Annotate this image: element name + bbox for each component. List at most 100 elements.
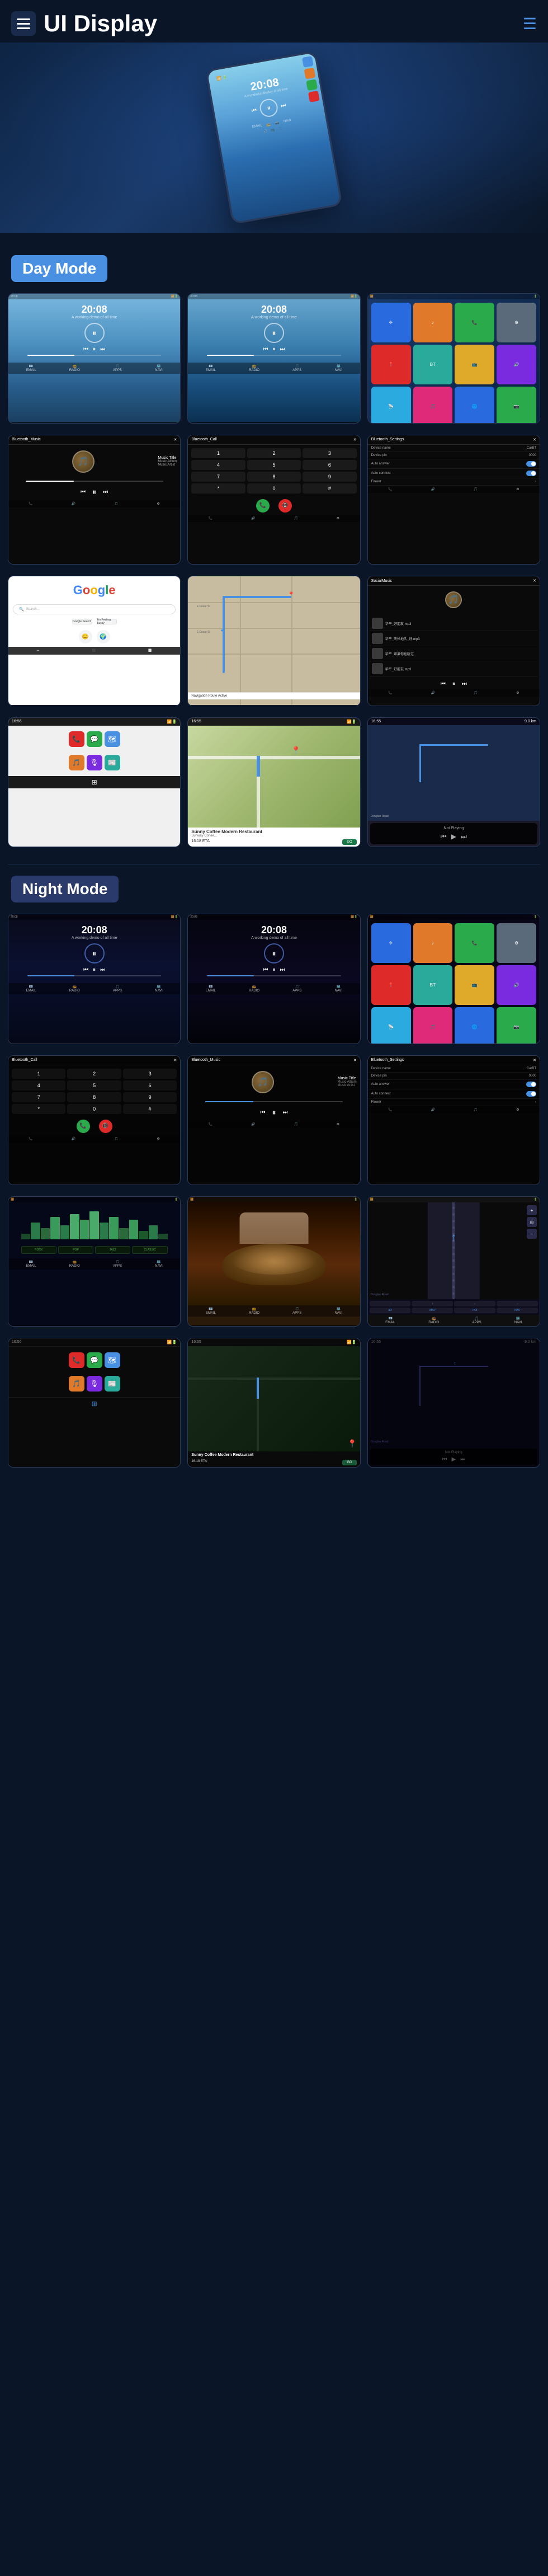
night-notplaying-next[interactable]: ⏭ <box>460 1456 465 1463</box>
dial-7[interactable]: 7 <box>191 472 245 482</box>
night-next-1[interactable]: ⏭ <box>100 967 105 973</box>
nav-ctrl-1[interactable]: ↑ <box>370 1301 411 1306</box>
night-play-1[interactable]: ⏸ <box>84 943 105 963</box>
google-search-bar[interactable]: 🔍 Search... <box>13 604 176 614</box>
night-dial-hash[interactable]: # <box>123 1104 177 1114</box>
night-app-bt[interactable]: BT <box>413 965 453 1005</box>
hero-play-btn[interactable]: ⏸ <box>258 97 279 118</box>
play-btn-2[interactable]: ⏸ <box>272 346 275 352</box>
night-app-7[interactable]: 📺 <box>455 965 494 1005</box>
night-carplay-home-icon[interactable]: ⊞ <box>92 1400 97 1408</box>
dial-hash[interactable]: # <box>303 483 356 493</box>
night-app-5[interactable]: 📍 <box>371 965 411 1005</box>
night-prev-1[interactable]: ⏮ <box>83 967 88 973</box>
night-app-8[interactable]: 🔊 <box>497 965 536 1005</box>
night-dial-3[interactable]: 3 <box>123 1069 177 1079</box>
notplaying-play[interactable]: ▶ <box>451 833 456 841</box>
call-btn[interactable]: 📞 <box>256 499 270 513</box>
carplay-messages[interactable]: 💬 <box>87 731 102 747</box>
night-dial-2[interactable]: 2 <box>67 1069 121 1079</box>
app-icon-settings[interactable]: ⚙ <box>497 303 536 342</box>
nav-ctrl-6[interactable]: MAP <box>412 1308 453 1313</box>
toggle-auto-connect[interactable] <box>526 471 536 476</box>
compass-btn[interactable]: ◎ <box>527 1217 537 1227</box>
dial-star[interactable]: * <box>191 483 245 493</box>
night-hangup-btn[interactable]: 📵 <box>99 1120 112 1133</box>
app-icon-telegram[interactable]: ✈ <box>371 303 411 342</box>
dial-2[interactable]: 2 <box>247 448 301 458</box>
night-dial-6[interactable]: 6 <box>123 1080 177 1090</box>
toggle-auto-answer[interactable] <box>526 461 536 467</box>
play-btn-1[interactable]: ⏸ <box>93 346 96 352</box>
dial-1[interactable]: 1 <box>191 448 245 458</box>
app-icon-3[interactable]: 📺 <box>455 345 494 384</box>
night-dial-star[interactable]: * <box>12 1104 65 1114</box>
night-carplay-music[interactable]: 🎵 <box>69 1376 84 1392</box>
carplay-home-icon[interactable]: ⊞ <box>92 778 97 786</box>
night-next-2[interactable]: ⏭ <box>280 967 285 973</box>
night-dial-4[interactable]: 4 <box>12 1080 65 1090</box>
bt-next[interactable]: ⏭ <box>103 489 108 495</box>
app-icon-6[interactable]: 🎵 <box>413 387 453 423</box>
nav-ctrl-3[interactable]: ← <box>454 1301 495 1306</box>
song-item-2[interactable]: 华平_天长地久_好.mp3 <box>370 631 537 646</box>
night-play-btn-2[interactable]: ⏸ <box>272 967 275 973</box>
func-3[interactable]: JAZZ <box>95 1246 130 1254</box>
zoom-out-btn[interactable]: − <box>527 1229 537 1239</box>
night-carplay-messages[interactable]: 💬 <box>87 1352 102 1368</box>
dial-9[interactable]: 9 <box>303 472 356 482</box>
night-notplaying-prev[interactable]: ⏮ <box>442 1456 447 1463</box>
func-4[interactable]: CLASSIC <box>132 1246 167 1254</box>
night-dial-1[interactable]: 1 <box>12 1069 65 1079</box>
night-dial-9[interactable]: 9 <box>123 1092 177 1102</box>
notplaying-next[interactable]: ⏭ <box>461 833 467 841</box>
night-app-2[interactable]: ♪ <box>413 923 453 963</box>
nav-icon[interactable]: ☰ <box>523 15 537 33</box>
nav-ctrl-2[interactable]: ↓ <box>412 1301 453 1306</box>
night-carplay-maps[interactable]: 🗺 <box>105 1352 120 1368</box>
nav-ctrl-4[interactable]: → <box>497 1301 538 1306</box>
next-btn-1[interactable]: ⏭ <box>100 346 105 352</box>
bt-play[interactable]: ⏸ <box>92 487 96 497</box>
lucky-btn[interactable]: I'm Feeling Lucky <box>97 619 117 624</box>
social-prev[interactable]: ⏮ <box>441 681 446 687</box>
night-dial-5[interactable]: 5 <box>67 1080 121 1090</box>
dial-3[interactable]: 3 <box>303 448 356 458</box>
carplay-music[interactable]: 🎵 <box>69 755 84 770</box>
go-button[interactable]: GO <box>342 839 356 845</box>
notplaying-prev[interactable]: ⏮ <box>441 833 447 841</box>
night-call-btn[interactable]: 📞 <box>77 1120 90 1133</box>
night-app-12[interactable]: 📷 <box>497 1007 536 1043</box>
dial-4[interactable]: 4 <box>191 460 245 470</box>
night-prev-2[interactable]: ⏮ <box>263 967 268 973</box>
song-item-1[interactable]: 华平_好朋友.mp3 <box>370 616 537 631</box>
dial-6[interactable]: 6 <box>303 460 356 470</box>
night-play-2[interactable]: ⏸ <box>264 943 284 963</box>
func-2[interactable]: POP <box>58 1246 93 1254</box>
carplay-phone[interactable]: 📞 <box>69 731 84 747</box>
google-search-btn[interactable]: Google Search <box>72 619 92 624</box>
night-app-4[interactable]: ⚙ <box>497 923 536 963</box>
song-item-4[interactable]: 华平_好朋友.mp3 <box>370 661 537 676</box>
dial-5[interactable]: 5 <box>247 460 301 470</box>
nav-ctrl-5[interactable]: 3D <box>370 1308 411 1313</box>
night-play-btn-1[interactable]: ⏸ <box>93 967 96 973</box>
zoom-in-btn[interactable]: + <box>527 1205 537 1215</box>
night-carplay-podcast[interactable]: 🎙 <box>87 1376 102 1392</box>
night-dial-7[interactable]: 7 <box>12 1092 65 1102</box>
hangup-btn[interactable]: 📵 <box>278 499 292 513</box>
dial-8[interactable]: 8 <box>247 472 301 482</box>
night-app-1[interactable]: ✈ <box>371 923 411 963</box>
app-icon-4[interactable]: 🔊 <box>497 345 536 384</box>
day-play-circle-1[interactable]: ⏸ <box>84 323 105 343</box>
night-toggle-auto-answer[interactable] <box>526 1082 536 1087</box>
func-1[interactable]: ROCK <box>21 1246 56 1254</box>
night-bt-prev[interactable]: ⏮ <box>260 1110 265 1116</box>
carplay-maps[interactable]: 🗺 <box>105 731 120 747</box>
app-icon-music[interactable]: ♪ <box>413 303 453 342</box>
night-dial-0[interactable]: 0 <box>67 1104 121 1114</box>
bt-prev[interactable]: ⏮ <box>81 489 86 495</box>
menu-icon[interactable] <box>11 11 36 36</box>
night-dial-8[interactable]: 8 <box>67 1092 121 1102</box>
song-item-3[interactable]: 华平_如果你也听过 <box>370 646 537 661</box>
